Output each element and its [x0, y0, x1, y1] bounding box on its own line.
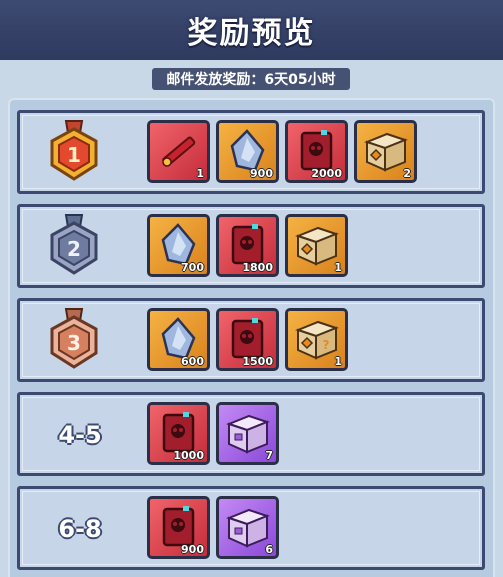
reward-row-rank-4-5: 4-5 1000 7: [17, 392, 485, 476]
reward-item[interactable]: 2000: [285, 120, 348, 183]
item-quantity: 2: [403, 167, 411, 180]
item-quantity: 1000: [173, 449, 204, 462]
reward-item[interactable]: 1: [285, 214, 348, 277]
reward-item[interactable]: 1800: [216, 214, 279, 277]
rank-label: 4-5: [58, 421, 102, 449]
reward-item[interactable]: ? 1: [285, 308, 348, 371]
reward-item[interactable]: 1000: [147, 402, 210, 465]
item-quantity: 1: [334, 261, 342, 274]
gold-chest-icon: [364, 132, 408, 172]
reward-row-rank-1: 1 1 900 2000 2: [17, 110, 485, 194]
header: 奖励预览: [0, 0, 503, 60]
item-quantity: 1800: [242, 261, 273, 274]
svg-text:3: 3: [67, 331, 81, 355]
mail-reward-timer: 邮件发放奖励：6天05小时: [152, 68, 350, 90]
reward-row-rank-3: 3 600 1500 ? 1: [17, 298, 485, 382]
reward-item[interactable]: 1500: [216, 308, 279, 371]
purple-chest-icon: [226, 414, 270, 454]
item-quantity: 1500: [242, 355, 273, 368]
reward-item[interactable]: 2: [354, 120, 417, 183]
item-quantity: 900: [181, 543, 204, 556]
gold-medal-icon: 1: [50, 120, 98, 181]
scroll-icon: [162, 136, 196, 167]
page-title: 奖励预览: [187, 16, 316, 51]
gold-chest-icon: [295, 226, 339, 266]
reward-item[interactable]: 700: [147, 214, 210, 277]
item-quantity: 600: [181, 355, 204, 368]
reward-item[interactable]: 6: [216, 496, 279, 559]
item-quantity: 1: [196, 167, 204, 180]
item-quantity: 7: [265, 449, 273, 462]
item-quantity: 6: [265, 543, 273, 556]
silver-medal-icon: 2: [50, 214, 98, 275]
svg-text:1: 1: [67, 143, 81, 167]
item-quantity: 2000: [311, 167, 342, 180]
svg-text:2: 2: [67, 237, 81, 261]
item-quantity: 1: [334, 355, 342, 368]
reward-item[interactable]: 7: [216, 402, 279, 465]
item-quantity: 700: [181, 261, 204, 274]
reward-item[interactable]: 600: [147, 308, 210, 371]
rank-label: 6-8: [58, 515, 102, 543]
reward-row-rank-6-8: 6-8 900 6: [17, 486, 485, 570]
reward-item[interactable]: 900: [216, 120, 279, 183]
purple-chest-icon: [226, 508, 270, 548]
mystery-chest-icon: ?: [295, 320, 339, 360]
item-quantity: 900: [250, 167, 273, 180]
svg-text:?: ?: [323, 338, 330, 352]
reward-row-rank-2: 2 700 1800 1: [17, 204, 485, 288]
bronze-medal-icon: 3: [50, 308, 98, 369]
reward-item[interactable]: 900: [147, 496, 210, 559]
reward-item[interactable]: 1: [147, 120, 210, 183]
